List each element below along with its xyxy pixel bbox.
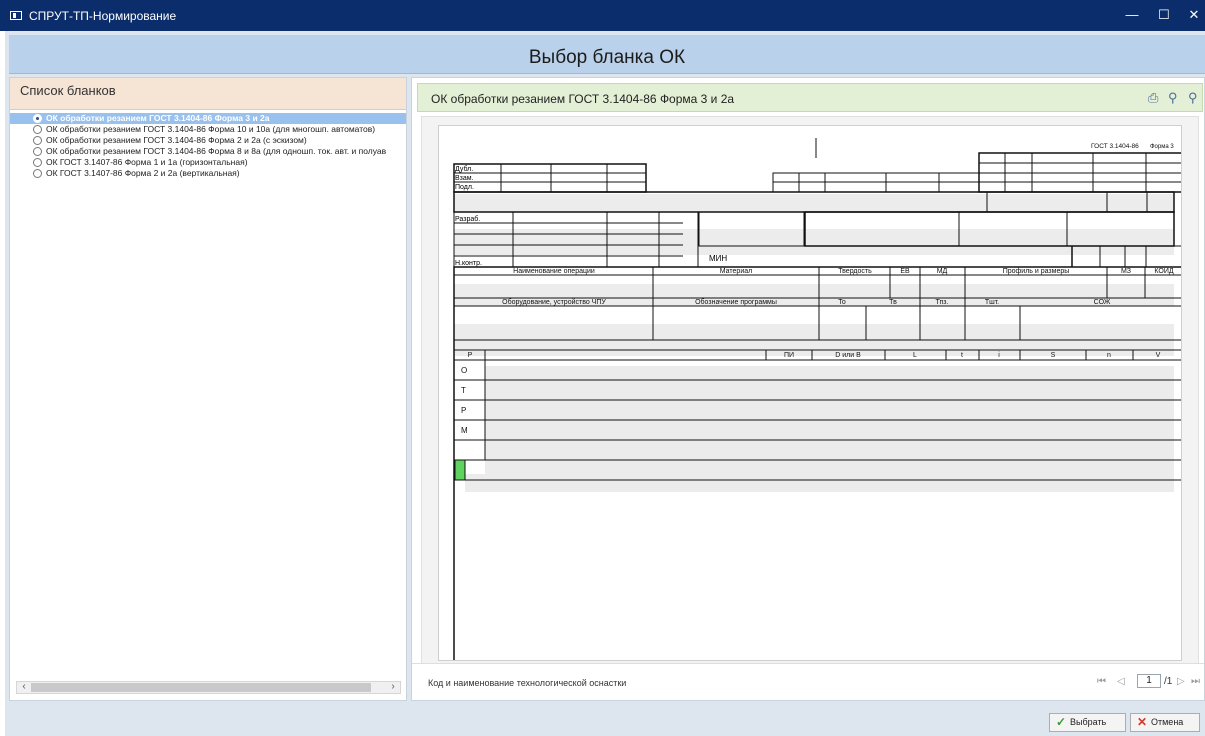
form-col-pi: ПИ [784,352,794,359]
app-icon [10,11,22,20]
form-col-t: t [961,352,963,359]
radio-button[interactable] [33,136,42,145]
form-letter-o: О [461,366,467,375]
form-col-r: Р [468,352,473,359]
form-col-koid: КОИД [1154,268,1173,275]
next-page-icon[interactable]: ▷ [1177,676,1185,687]
blank-list: ОК обработки резанием ГОСТ 3.1404-86 Фор… [10,110,406,179]
dialog-header: Выбор бланка ОК [9,35,1205,74]
blank-list-item-label: ОК обработки резанием ГОСТ 3.1404-86 Фор… [46,146,387,156]
form-col-soj: СОЖ [1094,299,1111,306]
check-icon: ✓ [1056,715,1067,729]
form-col-tpz: Тпз. [936,299,949,306]
form-col-s: S [1051,352,1056,359]
blank-list-item-label: ОК обработки резанием ГОСТ 3.1404-86 Фор… [46,135,307,145]
scroll-right-icon[interactable]: › [387,681,399,692]
form-col-n: n [1107,352,1111,359]
radio-button[interactable] [33,169,42,178]
preview-title: ОК обработки резанием ГОСТ 3.1404-86 Фор… [431,92,735,106]
first-page-icon[interactable]: ⏮ [1097,676,1106,687]
maximize-button[interactable]: ☐ [1152,5,1176,25]
blank-list-item[interactable]: ОК ГОСТ 3.1407-86 Форма 1 и 1а (горизонт… [10,157,406,168]
form-col-d: D или В [835,352,861,359]
blank-list-item-label: ОК ГОСТ 3.1407-86 Форма 1 и 1а (горизонт… [46,157,248,167]
blank-list-item[interactable]: ОК обработки резанием ГОСТ 3.1404-86 Фор… [10,113,406,124]
form-letter-m: М [461,426,468,435]
cross-icon: ✕ [1137,715,1148,729]
blank-list-item-label: ОК ГОСТ 3.1407-86 Форма 2 и 2а (вертикал… [46,168,240,178]
page-number-input[interactable]: 1 [1137,674,1161,688]
print-icon[interactable]: ⎙ [1148,90,1158,106]
form-col-hardness: Твердость [838,268,872,275]
form-nkontr: Н.контр. [455,260,482,267]
form-col-md: МД [937,268,948,275]
form-min: МИН [709,254,727,263]
blank-list-title: Список бланков [10,78,406,110]
page-total: /1 [1164,676,1173,687]
form-drawing: ГОСТ 3.1404-86 Форма 3 Дубл. Взам. Подл.… [453,138,1185,736]
scroll-thumb[interactable] [31,683,371,692]
last-page-icon[interactable]: ⏭ [1191,676,1200,687]
radio-button[interactable] [33,125,42,134]
form-col-mz: МЗ [1121,268,1131,275]
blank-list-panel: Список бланков ОК обработки резанием ГОС… [9,77,407,701]
form-col-ev: ЕВ [900,268,910,275]
scroll-left-icon[interactable]: ‹ [18,681,30,692]
form-col-material: Материал [720,268,752,275]
window-titlebar: СПРУТ-ТП-Нормирование — ☐ ✕ [0,0,1205,31]
dialog-title: Выбор бланка ОК [528,47,686,68]
form-vzam: Взам. [455,175,474,182]
form-letter-r: Р [461,406,466,415]
close-button[interactable]: ✕ [1182,5,1205,25]
radio-button[interactable] [33,114,42,123]
form-col-to: То [838,299,846,306]
form-col-program: Обозначение программы [695,298,777,306]
blank-list-item-label: ОК обработки резанием ГОСТ 3.1404-86 Фор… [46,113,270,123]
form-razrab: Разраб. [455,215,480,223]
form-podl: Подл. [455,184,474,191]
zoom-out-icon[interactable]: ⚲ [1168,90,1178,106]
blank-list-item[interactable]: ОК обработки резанием ГОСТ 3.1404-86 Фор… [10,135,406,146]
blank-list-item[interactable]: ОК ГОСТ 3.1407-86 Форма 2 и 2а (вертикал… [10,168,406,179]
form-dubl: Дубл. [455,165,473,173]
select-button[interactable]: ✓ Выбрать [1049,713,1126,732]
prev-page-icon[interactable]: ◁ [1117,676,1125,687]
zoom-in-icon[interactable]: ⚲ [1188,90,1198,106]
radio-button[interactable] [33,147,42,156]
minimize-button[interactable]: — [1120,5,1144,25]
preview-footer: Код и наименование технологической оснас… [412,663,1204,700]
window-title: СПРУТ-ТП-Нормирование [29,9,177,23]
form-col-v: V [1156,352,1161,359]
preview-panel: ОК обработки резанием ГОСТ 3.1404-86 Фор… [411,77,1205,736]
cancel-button-label: Отмена [1151,717,1184,727]
tooling-caption: Код и наименование технологической оснас… [428,678,627,688]
preview-header: ОК обработки резанием ГОСТ 3.1404-86 Фор… [417,83,1203,112]
form-sheet: ГОСТ 3.1404-86 Форма 3 Дубл. Взам. Подл.… [438,125,1185,736]
form-col-tv: Тв [889,299,897,306]
form-col-tsht: Тшт. [985,299,999,306]
blank-list-item[interactable]: ОК обработки резанием ГОСТ 3.1404-86 Фор… [10,124,406,135]
document-preview: ГОСТ 3.1404-86 Форма 3 Дубл. Взам. Подл.… [421,116,1199,736]
radio-button[interactable] [33,158,42,167]
form-col-l: L [913,352,917,359]
form-col-equipment: Оборудование, устройство ЧПУ [502,298,606,306]
blank-list-item[interactable]: ОК обработки резанием ГОСТ 3.1404-86 Фор… [10,146,406,157]
form-col-profile: Профиль и размеры [1003,268,1070,275]
form-gost: ГОСТ 3.1404-86 [1091,143,1139,150]
blank-list-item-label: ОК обработки резанием ГОСТ 3.1404-86 Фор… [46,124,376,134]
select-button-label: Выбрать [1070,717,1107,727]
form-letter-t: Т [461,386,466,395]
cancel-button[interactable]: ✕ Отмена [1130,713,1200,732]
horizontal-scrollbar[interactable]: ‹ › [16,681,401,694]
form-forma: Форма 3 [1150,144,1174,150]
form-col-operation: Наименование операции [513,268,595,275]
